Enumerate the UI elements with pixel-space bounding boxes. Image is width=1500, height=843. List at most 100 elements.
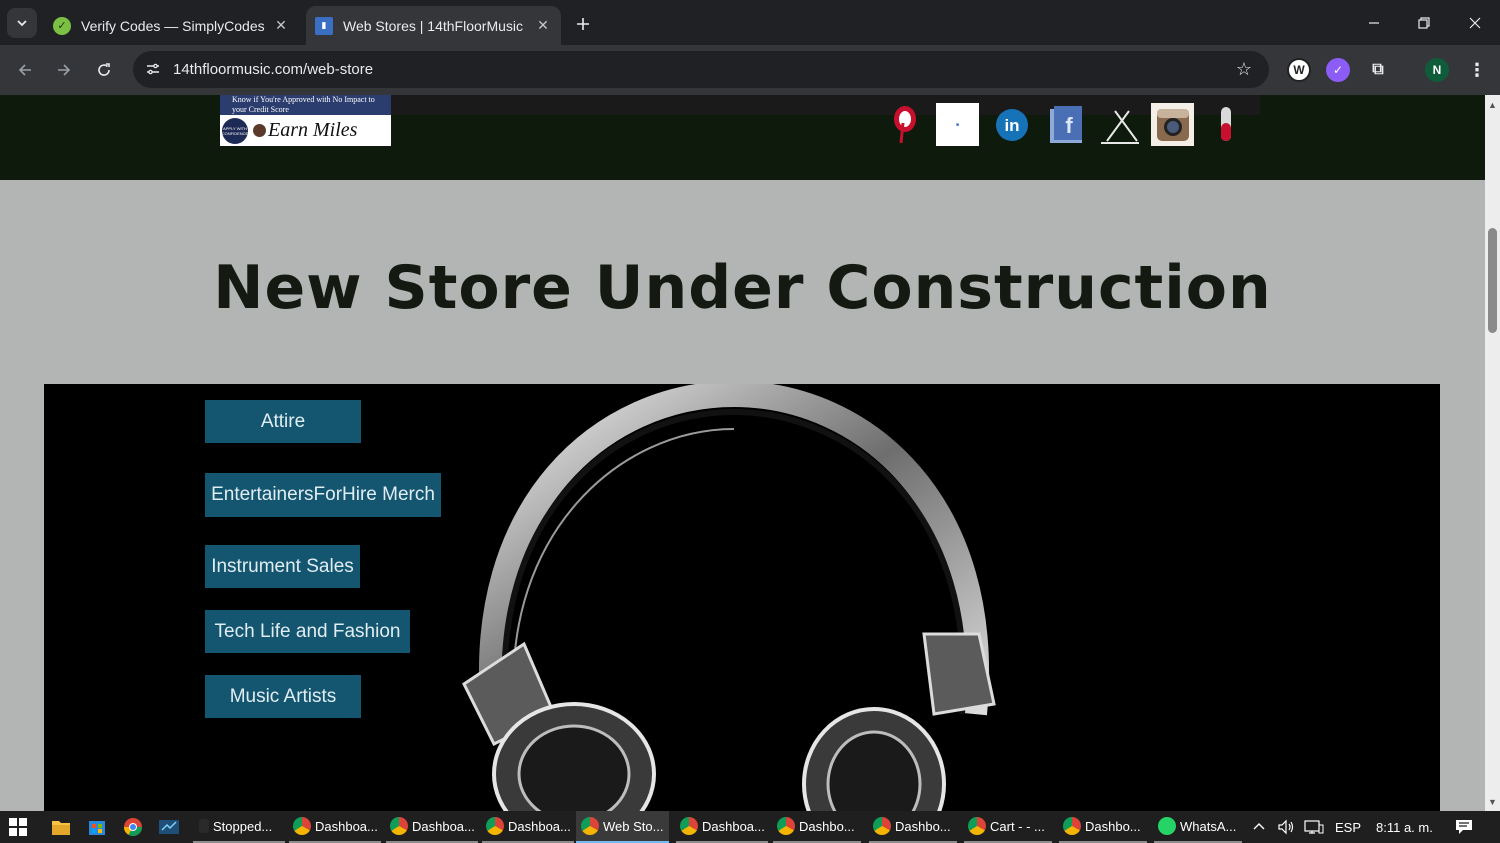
close-window-button[interactable] xyxy=(1452,8,1498,38)
chrome-icon xyxy=(486,817,504,835)
page-title: New Store Under Construction xyxy=(213,253,1272,323)
chrome-icon xyxy=(680,817,698,835)
volume-icon[interactable] xyxy=(1277,811,1295,843)
scroll-thumb[interactable] xyxy=(1488,228,1497,333)
taskbar-item-label: Dashbo... xyxy=(1085,818,1141,834)
taskbar-item[interactable]: Dashbo... xyxy=(773,811,861,843)
network-icon[interactable] xyxy=(1304,811,1324,843)
taskbar-item[interactable]: WhatsA... xyxy=(1154,811,1242,843)
chevron-down-icon xyxy=(17,20,27,27)
chrome-icon xyxy=(777,817,795,835)
scroll-down-arrow-icon[interactable]: ▼ xyxy=(1485,794,1500,809)
store-app-icon[interactable] xyxy=(87,811,107,843)
minimize-button[interactable] xyxy=(1351,8,1397,38)
taskbar-item[interactable]: Dashbo... xyxy=(869,811,957,843)
whatsapp-icon xyxy=(1158,817,1176,835)
chrome-icon xyxy=(293,817,311,835)
site-favicon-icon: ▮ xyxy=(315,16,333,35)
menu-kebab-icon[interactable]: ⋮ xyxy=(1465,58,1489,82)
tray-chevron-up-icon[interactable] xyxy=(1252,811,1266,843)
chrome-icon xyxy=(968,817,986,835)
instagram-icon[interactable] xyxy=(1151,103,1194,146)
chrome-icon xyxy=(1063,817,1081,835)
taskbar-item-label: Dashboa... xyxy=(315,818,378,834)
restore-icon xyxy=(1418,17,1430,29)
taskbar-item[interactable]: Dashboa... xyxy=(386,811,478,843)
svg-text:f: f xyxy=(1065,113,1073,138)
linkedin-icon[interactable]: in xyxy=(990,103,1033,146)
restore-button[interactable] xyxy=(1401,8,1447,38)
tab-verify-codes[interactable]: ✓ Verify Codes — SimplyCodes ✕ xyxy=(44,6,299,45)
tab-search-button[interactable] xyxy=(7,8,37,38)
facebook-icon[interactable]: f xyxy=(1044,103,1087,146)
taskbar-item[interactable]: Dashboa... xyxy=(289,811,381,843)
ad-brand-text: Earn Miles xyxy=(268,119,358,141)
chrome-pinned-icon[interactable] xyxy=(123,811,143,843)
sheets-app-icon[interactable] xyxy=(158,811,180,843)
url-text[interactable]: 14thfloormusic.com/web-store xyxy=(173,61,373,78)
taskbar-item[interactable]: Dashbo... xyxy=(1059,811,1147,843)
simplycodes-icon: ✓ xyxy=(53,16,71,35)
clock[interactable]: 8:11 a. m. xyxy=(1376,811,1433,843)
ad-logo-icon xyxy=(253,124,266,137)
taskbar-item-label: Web Sto... xyxy=(603,818,664,834)
menu-entertainersforhire-merch-button[interactable]: EntertainersForHire Merch xyxy=(205,473,441,517)
scroll-up-arrow-icon[interactable]: ▲ xyxy=(1485,97,1500,112)
close-icon[interactable]: ✕ xyxy=(271,16,291,36)
forward-button[interactable] xyxy=(49,55,79,85)
blank-icon[interactable]: ■ xyxy=(936,103,979,146)
tab-web-stores[interactable]: ▮ Web Stores | 14thFloorMusic ✕ xyxy=(306,6,561,45)
taskbar-item-label: Dashbo... xyxy=(799,818,855,834)
site-header: Know if You're Approved with No Impact t… xyxy=(0,95,1485,180)
store-panel: Attire EntertainersForHire Merch Instrum… xyxy=(44,384,1440,811)
language-indicator[interactable]: ESP xyxy=(1335,811,1361,843)
pinterest-icon[interactable] xyxy=(883,103,926,146)
reload-button[interactable] xyxy=(89,55,119,85)
chrome-icon xyxy=(581,817,599,835)
taskbar-item-active[interactable]: Web Sto... xyxy=(576,811,669,843)
taskbar-item[interactable]: Stopped... xyxy=(193,811,285,843)
menu-instrument-sales-button[interactable]: Instrument Sales xyxy=(205,545,360,588)
start-button[interactable] xyxy=(8,811,28,843)
simplycodes-extension-icon[interactable]: ✓ xyxy=(1326,58,1350,82)
svg-text:in: in xyxy=(1004,116,1019,135)
address-bar[interactable]: 14thfloormusic.com/web-store ☆ xyxy=(133,51,1269,88)
site-settings-icon[interactable] xyxy=(143,59,163,79)
ad-top-text: Know if You're Approved with No Impact t… xyxy=(220,95,391,115)
menu-tech-life-fashion-button[interactable]: Tech Life and Fashion xyxy=(205,610,410,653)
windows-logo-icon xyxy=(9,818,27,836)
chrome-icon xyxy=(873,817,891,835)
wordtune-extension-icon[interactable]: W xyxy=(1287,58,1311,82)
taskbar-item-label: Dashboa... xyxy=(508,818,571,834)
tab-strip: ✓ Verify Codes — SimplyCodes ✕ ▮ Web Sto… xyxy=(0,0,1500,45)
menu-music-artists-button[interactable]: Music Artists xyxy=(205,675,361,718)
taskbar-item[interactable]: Dashboa... xyxy=(482,811,574,843)
tab-title: Verify Codes — SimplyCodes xyxy=(81,17,265,34)
x-icon[interactable] xyxy=(1098,103,1141,146)
tab-title: Web Stores | 14thFloorMusic xyxy=(343,17,524,34)
red-pin-icon[interactable] xyxy=(1204,103,1247,146)
extensions-puzzle-icon[interactable]: ⧉ xyxy=(1366,58,1390,82)
reload-icon xyxy=(98,63,110,76)
back-button[interactable] xyxy=(10,55,40,85)
new-tab-button[interactable] xyxy=(569,10,597,38)
ad-banner[interactable]: Know if You're Approved with No Impact t… xyxy=(220,95,391,146)
browser-toolbar: 14thfloormusic.com/web-store ☆ W ✓ ⧉ N ⋮ xyxy=(0,45,1500,95)
taskbar-item[interactable]: Dashboa... xyxy=(676,811,768,843)
page-scrollbar[interactable]: ▲ ▼ xyxy=(1485,95,1500,811)
profile-avatar[interactable]: N xyxy=(1425,58,1449,82)
notifications-icon[interactable] xyxy=(1455,811,1473,843)
close-icon xyxy=(1469,17,1481,29)
close-icon[interactable]: ✕ xyxy=(533,16,553,36)
menu-attire-button[interactable]: Attire xyxy=(205,400,361,443)
taskbar-item-label: Dashboa... xyxy=(412,818,475,834)
taskbar-item[interactable]: Cart - - ... xyxy=(964,811,1052,843)
chrome-icon xyxy=(390,817,408,835)
taskbar-item-label: Cart - - ... xyxy=(990,818,1045,834)
bookmark-star-icon[interactable]: ☆ xyxy=(1233,58,1255,80)
windows-taskbar: Stopped... Dashboa... Dashboa... Dashboa… xyxy=(0,811,1500,843)
file-explorer-icon[interactable] xyxy=(51,811,71,843)
taskbar-item-label: Stopped... xyxy=(213,818,273,834)
arrow-left-icon xyxy=(18,64,31,76)
taskbar-item-label: Dashboa... xyxy=(702,818,765,834)
